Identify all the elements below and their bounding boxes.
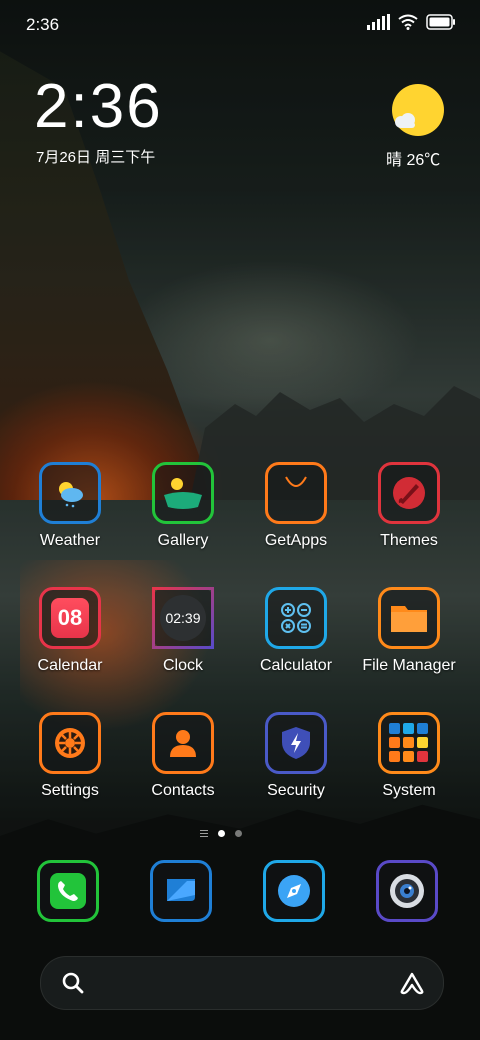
signal-icon — [367, 14, 390, 30]
app-drawer-indicator-icon — [200, 830, 208, 837]
clock-face: 02:39 — [160, 595, 206, 641]
dock-camera[interactable] — [376, 860, 438, 922]
clock-widget-time[interactable]: 2:36 — [34, 76, 163, 138]
app-label: Settings — [41, 782, 99, 799]
app-system-folder[interactable]: System — [349, 712, 469, 800]
camera-icon — [376, 860, 438, 922]
app-label: Contacts — [151, 782, 215, 799]
messages-icon — [150, 860, 212, 922]
phone-icon — [37, 860, 99, 922]
app-label: Themes — [380, 532, 438, 549]
app-label: Calendar — [37, 657, 103, 674]
page-dot-active — [218, 830, 225, 837]
clock-icon: 02:39 — [152, 587, 214, 649]
app-clock[interactable]: 02:39 Clock — [123, 587, 243, 675]
app-label: Weather — [39, 532, 101, 549]
browser-icon — [263, 860, 325, 922]
app-getapps[interactable]: GetApps — [236, 462, 356, 550]
app-contacts[interactable]: Contacts — [123, 712, 243, 800]
weather-widget-text: 晴 26℃ — [386, 152, 441, 169]
app-security[interactable]: Security — [236, 712, 356, 800]
assistant-icon[interactable] — [399, 971, 425, 995]
app-label: Calculator — [259, 657, 333, 674]
getapps-icon — [265, 462, 327, 524]
gallery-icon — [152, 462, 214, 524]
status-time: 2:36 — [26, 15, 60, 34]
app-calculator[interactable]: Calculator — [236, 587, 356, 675]
weather-icon — [39, 462, 101, 524]
app-label: File Manager — [362, 657, 456, 674]
shield-icon — [265, 712, 327, 774]
dock-browser[interactable] — [263, 860, 325, 922]
app-themes[interactable]: Themes — [349, 462, 469, 550]
folder-grid-icon — [378, 712, 440, 774]
app-calendar[interactable]: 08 Calendar — [10, 587, 130, 675]
themes-icon — [378, 462, 440, 524]
calendar-day: 08 — [51, 598, 89, 638]
clock-widget-date: 7月26日 周三下午 — [36, 149, 156, 166]
app-label: Gallery — [157, 532, 209, 549]
app-settings[interactable]: Settings — [10, 712, 130, 800]
app-label: System — [382, 782, 436, 799]
app-label: Clock — [162, 657, 203, 674]
status-bar: 2:36 — [0, 0, 480, 50]
page-indicator[interactable] — [200, 830, 242, 837]
app-weather[interactable]: Weather — [10, 462, 130, 550]
battery-icon — [426, 14, 455, 30]
calendar-icon: 08 — [39, 587, 101, 649]
dock-messages[interactable] — [150, 860, 212, 922]
cloud-icon — [395, 113, 415, 128]
search-icon[interactable] — [61, 971, 85, 995]
app-label: GetApps — [264, 532, 328, 549]
calculator-icon — [265, 587, 327, 649]
app-label: Security — [267, 782, 325, 799]
gear-icon — [39, 712, 101, 774]
wifi-icon — [398, 14, 418, 30]
sun-icon[interactable] — [392, 84, 444, 136]
search-bar[interactable] — [40, 956, 444, 1010]
contacts-icon — [152, 712, 214, 774]
folder-icon — [378, 587, 440, 649]
dock-phone[interactable] — [37, 860, 99, 922]
page-dot — [235, 830, 242, 837]
app-gallery[interactable]: Gallery — [123, 462, 243, 550]
app-file-manager[interactable]: File Manager — [349, 587, 469, 675]
